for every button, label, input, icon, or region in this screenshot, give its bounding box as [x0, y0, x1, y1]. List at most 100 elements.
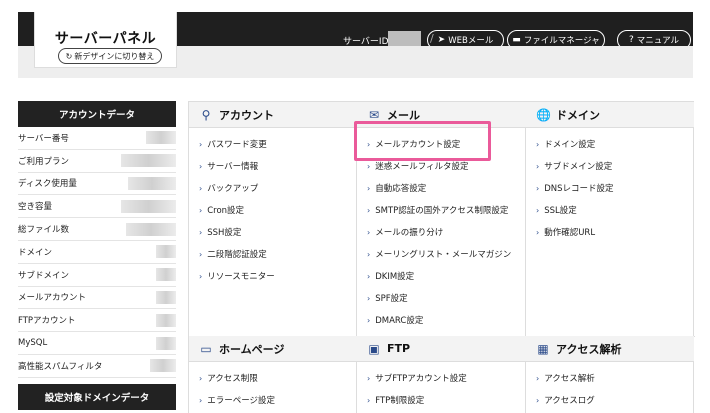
sidebar-row: サーバー番号 [18, 127, 176, 150]
sidebar-row: ご利用プラン [18, 150, 176, 173]
link-cron[interactable]: › Cron設定 [199, 204, 244, 216]
link-label: アクセス制限 [207, 374, 258, 384]
link-label: サーバー情報 [207, 162, 259, 172]
row-label: ドメイン [18, 247, 53, 258]
link-label: DNSレコード設定 [544, 184, 614, 194]
link-dmarc[interactable]: › DMARC設定 [367, 314, 423, 326]
link-ftp-restriction[interactable]: › FTP制限設定 [367, 394, 424, 406]
paper-plane-icon: ➤ [437, 35, 446, 45]
link-subdomain[interactable]: › サブドメイン設定 [536, 160, 612, 172]
chevron-right-icon: › [199, 184, 203, 193]
link-label: サブFTPアカウント設定 [375, 374, 467, 384]
link-smtp-restriction[interactable]: › SMTP認証の国外アクセス制限設定 [367, 204, 508, 216]
link-label: バックアップ [207, 184, 259, 194]
account-data-title: アカウントデータ [18, 101, 176, 127]
envelope-icon: ✉ [368, 107, 380, 122]
row-value [156, 336, 176, 350]
globe-icon: 🌐 [536, 107, 551, 122]
link-label: メールの振り分け [375, 228, 444, 238]
link-label: 二段階認証設定 [207, 250, 267, 260]
link-error-page[interactable]: › エラーページ設定 [199, 394, 275, 406]
link-label: パスワード変更 [207, 140, 267, 150]
link-dkim[interactable]: › DKIM設定 [367, 270, 414, 282]
row-label: サブドメイン [18, 270, 70, 281]
link-dns-record[interactable]: › DNSレコード設定 [536, 182, 614, 194]
logo-box: サーバーパネル ↻ 新デザインに切り替え [34, 12, 177, 68]
chevron-right-icon: › [536, 162, 540, 171]
link-domain-settings[interactable]: › ドメイン設定 [536, 138, 595, 150]
chevron-right-icon: › [536, 140, 540, 149]
row-value [156, 245, 176, 259]
link-mailing-list[interactable]: › メーリングリスト・メールマガジン [367, 248, 511, 260]
ftp-section-header: ▣ FTP [357, 336, 526, 362]
link-spam-filter[interactable]: › 迷惑メールフィルタ設定 [367, 160, 469, 172]
link-mail-sort[interactable]: › メールの振り分け [367, 226, 443, 238]
chevron-right-icon: › [367, 316, 371, 325]
link-ssl[interactable]: › SSL設定 [536, 204, 577, 216]
chevron-right-icon: › [367, 184, 371, 193]
domain-data-title: 設定対象ドメインデータ [18, 384, 176, 410]
chevron-right-icon: › [367, 374, 371, 383]
sidebar-row: ディスク使用量 [18, 173, 176, 196]
row-label: 高性能スパムフィルタ [18, 361, 103, 372]
link-access-restriction[interactable]: › アクセス制限 [199, 372, 258, 384]
link-label: ドメイン設定 [544, 140, 596, 150]
link-label: DKIM設定 [375, 272, 415, 282]
chevron-right-icon: › [536, 184, 540, 193]
chevron-right-icon: › [199, 162, 203, 171]
server-id-value [388, 31, 421, 46]
domain-data-panel: 設定対象ドメインデータ [18, 384, 176, 410]
chevron-right-icon: › [199, 396, 203, 405]
link-label: アクセスログ [544, 396, 595, 406]
link-backup[interactable]: › バックアップ [199, 182, 258, 194]
chevron-right-icon: › [367, 250, 371, 259]
chevron-right-icon: › [199, 250, 203, 259]
row-value [121, 154, 176, 168]
access-section-header: ▦ アクセス解析 [526, 336, 694, 362]
chevron-right-icon: › [199, 272, 203, 281]
link-label: 自動応答設定 [375, 184, 427, 194]
link-spf[interactable]: › SPF設定 [367, 292, 408, 304]
link-auto-reply[interactable]: › 自動応答設定 [367, 182, 426, 194]
link-ssh[interactable]: › SSH設定 [199, 226, 241, 238]
link-label: 迷惑メールフィルタ設定 [375, 162, 469, 172]
row-value [156, 268, 176, 282]
domain-section-header: 🌐 ドメイン [526, 102, 694, 128]
row-label: サーバー番号 [18, 133, 69, 144]
access-section-title: アクセス解析 [556, 342, 622, 356]
chevron-right-icon: › [367, 396, 371, 405]
homepage-section-header: ▭ ホームページ [189, 336, 357, 362]
link-label: SMTP認証の国外アクセス制限設定 [375, 206, 509, 216]
link-label: リソースモニター [207, 272, 275, 282]
link-access-analysis[interactable]: › アクセス解析 [536, 372, 595, 384]
file-manager-label: ファイルマネージャ [523, 36, 600, 46]
web-mail-label: WEBメール [448, 36, 494, 46]
row-value [156, 313, 176, 327]
link-test-url[interactable]: › 動作確認URL [536, 226, 595, 238]
link-password-change[interactable]: › パスワード変更 [199, 138, 267, 150]
link-resource-monitor[interactable]: › リソースモニター [199, 270, 275, 282]
manual-label: マニュアル [636, 36, 680, 46]
row-label: ご利用プラン [18, 156, 70, 167]
bar-chart-icon: ▦ [537, 341, 549, 356]
chevron-right-icon: › [199, 374, 203, 383]
row-label: メールアカウント [18, 293, 87, 304]
link-2fa[interactable]: › 二段階認証設定 [199, 248, 267, 260]
sidebar-row: FTPアカウント [18, 309, 176, 333]
new-design-button[interactable]: ↻ 新デザインに切り替え [58, 48, 162, 64]
link-server-info[interactable]: › サーバー情報 [199, 160, 258, 172]
link-label: サブドメイン設定 [544, 162, 613, 172]
link-access-log[interactable]: › アクセスログ [536, 394, 595, 406]
domain-section-title: ドメイン [556, 108, 600, 122]
link-label: FTP制限設定 [375, 396, 425, 406]
browser-window-icon: ▭ [200, 341, 212, 356]
chevron-right-icon: › [199, 228, 203, 237]
link-label: メーリングリスト・メールマガジン [375, 250, 512, 260]
sidebar-row: サブドメイン [18, 264, 176, 287]
row-label: ディスク使用量 [18, 179, 77, 190]
row-label: 総ファイル数 [18, 225, 70, 236]
link-label: DMARC設定 [375, 316, 424, 326]
homepage-section-title: ホームページ [219, 342, 285, 356]
chevron-right-icon: › [199, 140, 203, 149]
link-sub-ftp[interactable]: › サブFTPアカウント設定 [367, 372, 467, 384]
